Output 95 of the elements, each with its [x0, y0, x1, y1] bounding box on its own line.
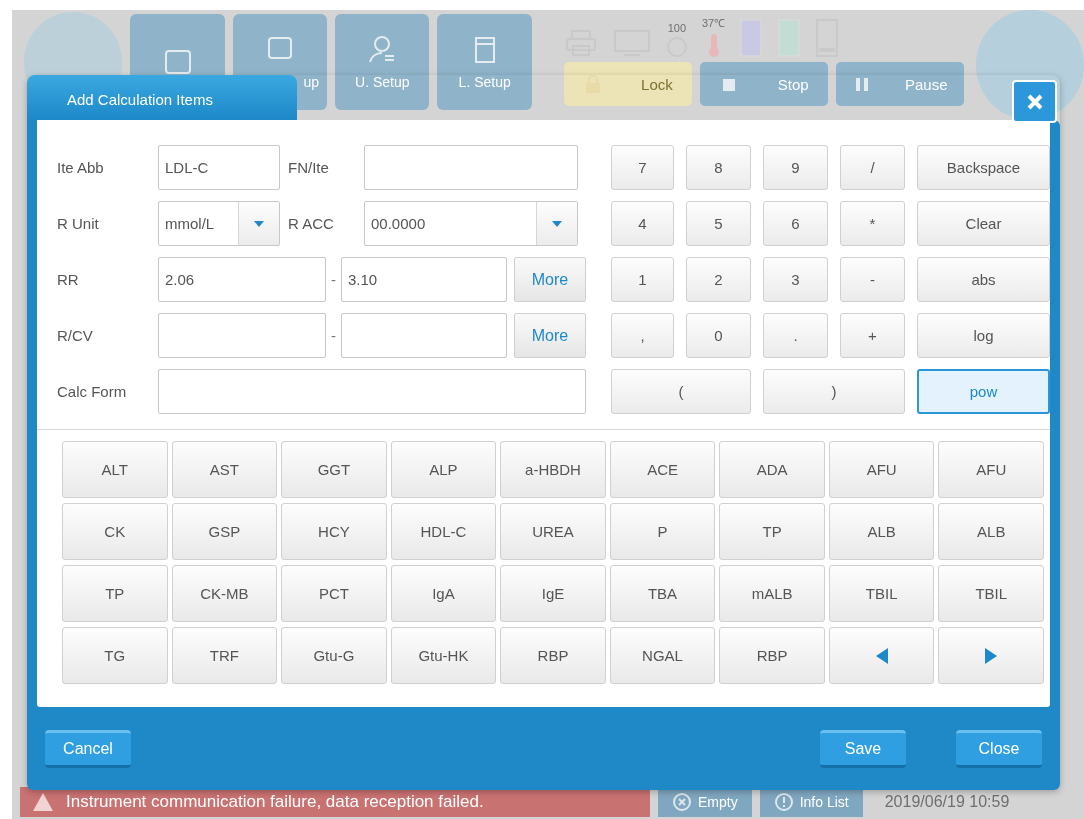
input-field[interactable]: LDL-C: [158, 145, 280, 190]
close-icon: [1026, 93, 1043, 110]
key-button[interactable]: 7: [611, 145, 674, 190]
key-button[interactable]: 4: [611, 201, 674, 246]
lock-button[interactable]: Lock: [563, 62, 692, 106]
item-button[interactable]: mALB: [719, 565, 825, 622]
previous-page-button[interactable]: [828, 627, 935, 684]
date-time: 2019/06/19 10:59: [884, 793, 1010, 811]
item-button[interactable]: TP: [62, 565, 168, 622]
item-button[interactable]: TBA: [609, 565, 716, 622]
indicator-label: 100: [667, 22, 687, 34]
key-button[interactable]: -: [840, 257, 905, 302]
warning-icon: [32, 792, 54, 812]
item-button[interactable]: ALB: [828, 503, 935, 560]
range-separator: -: [330, 271, 337, 288]
item-button[interactable]: UREA: [500, 503, 606, 560]
key-button[interactable]: ,: [611, 313, 674, 358]
key-button[interactable]: ): [763, 369, 905, 414]
item-button[interactable]: IgA: [390, 565, 497, 622]
range-separator: -: [330, 327, 337, 344]
item-button[interactable]: Gtu-G: [281, 627, 387, 684]
item-button[interactable]: a-HBDH: [500, 441, 606, 498]
item-button[interactable]: ACE: [609, 441, 716, 498]
more-button[interactable]: More: [514, 257, 586, 302]
next-page-button[interactable]: [938, 627, 1044, 684]
item-button[interactable]: ALB: [938, 503, 1044, 560]
item-button[interactable]: AFU: [828, 441, 935, 498]
indicator-label: 37℃: [701, 16, 726, 30]
item-button[interactable]: PCT: [281, 565, 387, 622]
input-field[interactable]: [158, 313, 326, 358]
key-button[interactable]: 2: [686, 257, 751, 302]
key-button[interactable]: 1: [611, 257, 674, 302]
item-button[interactable]: CK-MB: [171, 565, 278, 622]
info-icon: [773, 792, 794, 812]
item-button[interactable]: TP: [719, 503, 825, 560]
input-field[interactable]: [158, 369, 586, 414]
input-field[interactable]: 3.10: [341, 257, 507, 302]
key-button[interactable]: Clear: [917, 201, 1050, 246]
item-button[interactable]: CK: [62, 503, 168, 560]
key-button[interactable]: 0: [686, 313, 751, 358]
more-button[interactable]: More: [514, 313, 586, 358]
item-button[interactable]: TBIL: [828, 565, 935, 622]
caret-icon: [551, 219, 563, 228]
item-button[interactable]: RBP: [500, 627, 606, 684]
dialog-title: Add Calculation Items: [67, 91, 213, 108]
field-label: Ite Abb: [57, 159, 105, 176]
item-button[interactable]: HCY: [281, 503, 387, 560]
close-circle-icon: [672, 792, 692, 812]
alarm-message: Instrument communication failure, data reception failed.: [66, 792, 484, 812]
item-button[interactable]: GSP: [171, 503, 278, 560]
key-button[interactable]: pow: [917, 369, 1050, 414]
key-button[interactable]: /: [840, 145, 905, 190]
key-button[interactable]: 9: [763, 145, 828, 190]
item-button[interactable]: TRF: [171, 627, 278, 684]
field-label: R/CV: [57, 327, 94, 344]
item-button[interactable]: P: [609, 503, 716, 560]
item-button[interactable]: ALP: [390, 441, 497, 498]
frame-icon: [162, 48, 193, 76]
input-field[interactable]: [341, 313, 507, 358]
right-triangle-icon: [985, 647, 998, 664]
key-button[interactable]: log: [917, 313, 1050, 358]
field-label: Calc Form: [57, 383, 128, 400]
key-button[interactable]: 8: [686, 145, 751, 190]
dropdown[interactable]: 00.0000: [364, 201, 578, 246]
input-field[interactable]: 2.06: [158, 257, 326, 302]
item-button[interactable]: RBP: [719, 627, 825, 684]
close-button[interactable]: [1012, 80, 1057, 123]
item-button[interactable]: TG: [62, 627, 168, 684]
field-label: R Unit: [57, 215, 100, 232]
caret-icon: [253, 219, 265, 228]
item-button[interactable]: GGT: [281, 441, 387, 498]
item-button[interactable]: NGAL: [609, 627, 716, 684]
key-button[interactable]: .: [763, 313, 828, 358]
field-label: R ACC: [287, 215, 335, 232]
key-button[interactable]: +: [840, 313, 905, 358]
field-label: FN/Ite: [287, 159, 330, 176]
item-button[interactable]: TBIL: [938, 565, 1044, 622]
item-button[interactable]: AFU: [938, 441, 1044, 498]
key-button[interactable]: Backspace: [917, 145, 1050, 190]
key-button[interactable]: abs: [917, 257, 1050, 302]
left-triangle-icon: [875, 647, 888, 664]
key-button[interactable]: *: [840, 201, 905, 246]
input-field[interactable]: [364, 145, 578, 190]
key-button[interactable]: 6: [763, 201, 828, 246]
item-button[interactable]: ALT: [62, 441, 168, 498]
field-label: RR: [57, 271, 80, 288]
key-button[interactable]: 5: [686, 201, 751, 246]
item-button[interactable]: ADA: [719, 441, 825, 498]
item-button[interactable]: AST: [171, 441, 278, 498]
item-button[interactable]: IgE: [500, 565, 606, 622]
key-button[interactable]: (: [611, 369, 751, 414]
dropdown[interactable]: mmol/L: [158, 201, 280, 246]
key-button[interactable]: 3: [763, 257, 828, 302]
item-button[interactable]: Gtu-HK: [390, 627, 497, 684]
item-button[interactable]: HDL-C: [390, 503, 497, 560]
